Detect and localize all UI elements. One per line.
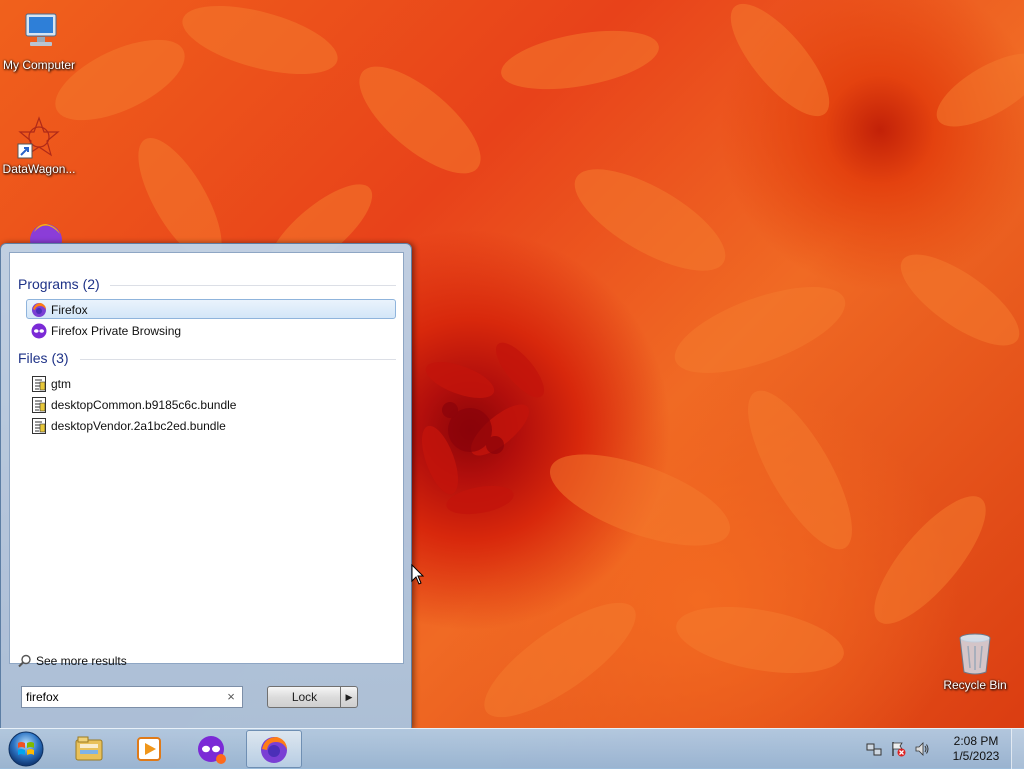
result-label: Firefox Private Browsing — [51, 324, 182, 338]
search-icon — [18, 654, 31, 668]
group-divider — [110, 285, 396, 286]
programs-group-header[interactable]: Programs (2) — [18, 276, 100, 292]
clock[interactable]: 2:08 PM 1/5/2023 — [936, 734, 1016, 764]
taskbar-button-firefox[interactable] — [246, 730, 302, 768]
firefox-icon — [259, 735, 289, 765]
firefox-private-icon — [196, 734, 226, 764]
volume-icon[interactable] — [914, 741, 930, 757]
result-item-firefox[interactable]: Firefox — [26, 299, 396, 319]
desktop-icon-label: My Computer — [2, 58, 76, 72]
desktop-icon-recycle-bin[interactable]: Recycle Bin — [936, 630, 1014, 692]
computer-icon — [16, 10, 62, 56]
script-file-icon — [31, 418, 47, 434]
recycle-bin-icon — [952, 630, 998, 676]
desktop-icon-my-computer[interactable]: My Computer — [0, 10, 78, 72]
firefox-icon — [31, 302, 47, 318]
taskbar: 2:08 PM 1/5/2023 — [0, 728, 1024, 769]
desktop-icon-label: Recycle Bin — [943, 678, 1007, 692]
script-file-icon — [31, 397, 47, 413]
desktop-icon-label: DataWagon... — [2, 162, 76, 176]
result-label: desktopVendor.2a1bc2ed.bundle — [51, 419, 226, 433]
taskbar-button-media-player[interactable] — [122, 730, 178, 768]
result-label: desktopCommon.b9185c6c.bundle — [51, 398, 237, 412]
lock-button[interactable]: Lock — [267, 686, 341, 708]
files-group-header[interactable]: Files (3) — [18, 350, 69, 366]
start-button[interactable] — [6, 730, 46, 768]
result-item-file[interactable]: gtm — [26, 373, 396, 393]
start-search-box[interactable]: × — [21, 686, 243, 708]
folder-icon — [74, 734, 104, 764]
datawagon-icon — [16, 114, 62, 160]
see-more-label: See more results — [36, 654, 127, 668]
result-label: Firefox — [51, 303, 88, 317]
script-file-icon — [31, 376, 47, 392]
clock-time: 2:08 PM — [953, 734, 999, 748]
desktop-icon-datawagon[interactable]: DataWagon... — [0, 114, 78, 176]
shutdown-options-arrow-icon[interactable]: ▶ — [340, 686, 358, 708]
taskbar-button-firefox-private[interactable] — [184, 730, 240, 768]
clock-date: 1/5/2023 — [952, 749, 1000, 763]
mouse-cursor-icon — [411, 563, 425, 586]
result-item-firefox-private[interactable]: Firefox Private Browsing — [26, 320, 396, 340]
windows-logo-icon — [8, 731, 44, 767]
action-center-flag-icon[interactable] — [890, 741, 906, 757]
start-menu: Programs (2) Firefox Firefox Private Bro… — [0, 243, 412, 729]
clear-search-icon[interactable]: × — [224, 689, 238, 705]
show-desktop-button[interactable] — [1011, 729, 1024, 769]
result-label: gtm — [51, 377, 72, 391]
result-item-file[interactable]: desktopCommon.b9185c6c.bundle — [26, 394, 396, 414]
media-player-icon — [134, 734, 164, 764]
search-input[interactable] — [26, 689, 216, 705]
search-results-pane: Programs (2) Firefox Firefox Private Bro… — [9, 252, 404, 668]
group-divider — [80, 359, 396, 360]
taskbar-button-windows-explorer[interactable] — [62, 730, 118, 768]
firefox-private-icon — [31, 323, 47, 339]
result-item-file[interactable]: desktopVendor.2a1bc2ed.bundle — [26, 415, 396, 435]
network-icon[interactable] — [866, 741, 882, 757]
system-tray: 2:08 PM 1/5/2023 — [860, 729, 1024, 769]
see-more-results-link[interactable]: See more results — [18, 654, 127, 668]
